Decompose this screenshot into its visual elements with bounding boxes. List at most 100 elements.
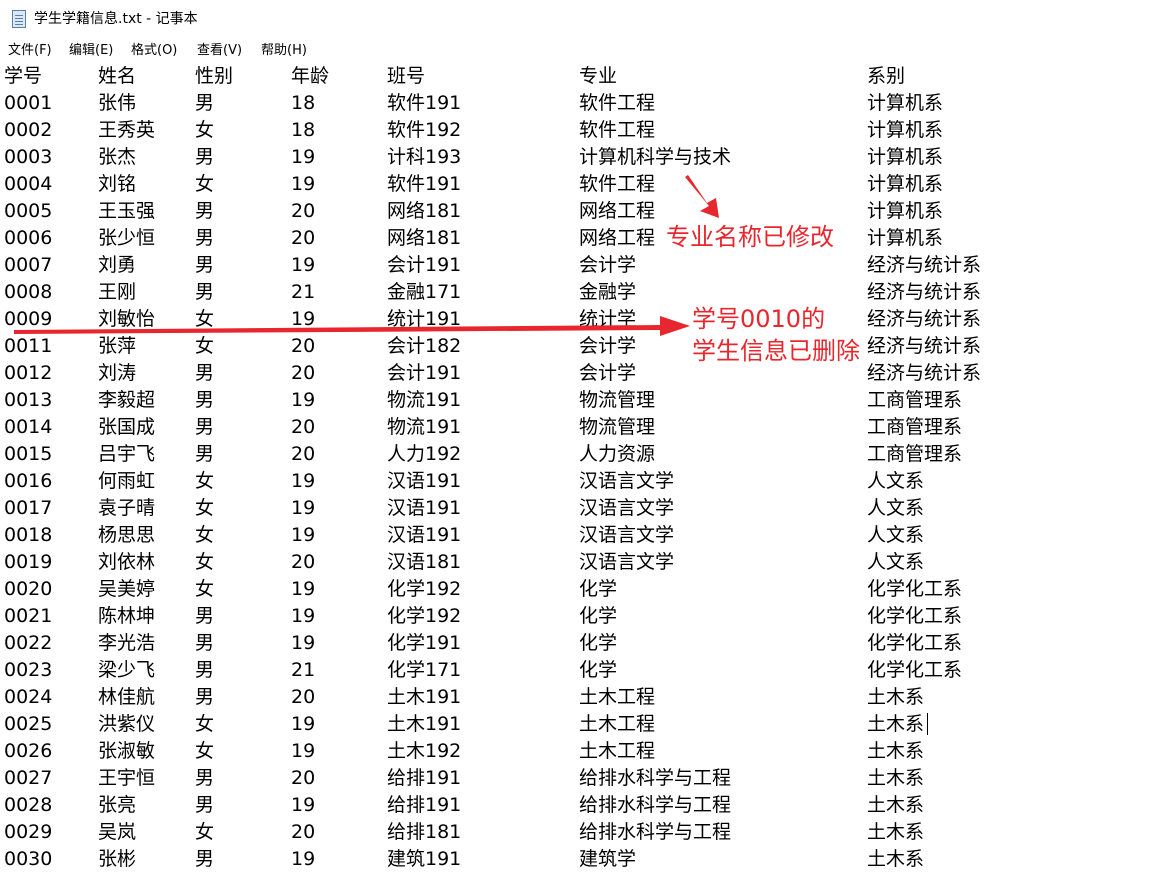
table-cell: 19 [291, 740, 316, 762]
table-cell: 男 [195, 389, 215, 411]
table-cell: 男 [195, 416, 215, 438]
table-cell: 女 [195, 308, 215, 330]
table-row: 0016 何雨虹 女 19 汉语191 汉语言文学 人文系 [0, 468, 1153, 495]
table-cell: 男 [195, 794, 215, 816]
table-cell: 男 [195, 281, 215, 303]
table-cell: 学号 [4, 65, 43, 87]
table-row: 0007 刘勇 男 19 会计191 会计学 经济与统计系 [0, 252, 1153, 279]
table-cell: 0023 [4, 659, 53, 681]
table-cell: 网络工程 [579, 227, 656, 249]
table-cell: 土木191 [387, 686, 462, 708]
table-cell: 计科193 [387, 146, 462, 168]
table-cell: 男 [195, 632, 215, 654]
table-cell: 张杰 [98, 146, 137, 168]
table-cell: 女 [195, 740, 215, 762]
table-cell: 软件192 [387, 119, 462, 141]
table-cell: 男 [195, 443, 215, 465]
table-cell: 0012 [4, 362, 53, 384]
table-cell: 洪紫仪 [98, 713, 156, 735]
table-cell: 土木工程 [579, 686, 656, 708]
menu-view[interactable]: 查看(V) [197, 42, 242, 59]
table-cell: 人文系 [867, 551, 925, 573]
table-cell: 0008 [4, 281, 53, 303]
table-cell: 19 [291, 254, 316, 276]
table-cell: 男 [195, 362, 215, 384]
menu-edit[interactable]: 编辑(E) [69, 42, 113, 59]
table-cell: 化学192 [387, 605, 462, 627]
table-row: 0026 张淑敏 女 19 土木192 土木工程 土木系 [0, 738, 1153, 765]
menu-help[interactable]: 帮助(H) [261, 42, 307, 59]
table-cell: 张亮 [98, 794, 137, 816]
table-cell: 0019 [4, 551, 53, 573]
table-row: 0006 张少恒 男 20 网络181 网络工程 计算机系 [0, 225, 1153, 252]
table-cell: 20 [291, 362, 316, 384]
table-cell: 网络181 [387, 227, 462, 249]
table-cell: 男 [195, 92, 215, 114]
window-title: 学生学籍信息.txt - 记事本 [34, 11, 198, 27]
table-cell: 0024 [4, 686, 53, 708]
menu-file[interactable]: 文件(F) [8, 42, 52, 59]
table-cell: 0007 [4, 254, 53, 276]
table-row: 0018 杨思思 女 19 汉语191 汉语言文学 人文系 [0, 522, 1153, 549]
table-cell: 化学 [579, 632, 618, 654]
text-caret [927, 713, 928, 735]
table-row: 0027 王宇恒 男 20 给排191 给排水科学与工程 土木系 [0, 765, 1153, 792]
table-cell: 给排水科学与工程 [579, 794, 732, 816]
menu-format[interactable]: 格式(O) [131, 42, 177, 59]
table-cell: 0004 [4, 173, 53, 195]
table-cell: 19 [291, 848, 316, 870]
table-cell: 工商管理系 [867, 443, 963, 465]
table-cell: 0003 [4, 146, 53, 168]
table-cell: 建筑191 [387, 848, 462, 870]
table-cell: 软件工程 [579, 92, 656, 114]
table-cell: 化学化工系 [867, 605, 963, 627]
table-cell: 给排181 [387, 821, 462, 843]
table-cell: 19 [291, 173, 316, 195]
table-row: 0005 王玉强 男 20 网络181 网络工程 计算机系 [0, 198, 1153, 225]
table-cell: 物流管理 [579, 389, 656, 411]
table-cell: 土木系 [867, 713, 925, 735]
table-cell: 女 [195, 335, 215, 357]
table-cell: 18 [291, 92, 316, 114]
table-cell: 王刚 [98, 281, 137, 303]
table-cell: 汉语181 [387, 551, 462, 573]
table-row: 0023 梁少飞 男 21 化学171 化学 化学化工系 [0, 657, 1153, 684]
table-cell: 男 [195, 146, 215, 168]
table-cell: 女 [195, 551, 215, 573]
table-row: 0020 吴美婷 女 19 化学192 化学 化学化工系 [0, 576, 1153, 603]
table-cell: 李光浩 [98, 632, 156, 654]
table-cell: 男 [195, 659, 215, 681]
table-cell: 女 [195, 713, 215, 735]
table-cell: 20 [291, 335, 316, 357]
table-cell: 女 [195, 119, 215, 141]
menu-bar: 文件(F) 编辑(E) 格式(O) 查看(V) 帮助(H) [0, 38, 1153, 62]
table-row: 0029 吴岚 女 20 给排181 给排水科学与工程 土木系 [0, 819, 1153, 846]
table-cell: 张萍 [98, 335, 137, 357]
table-cell: 王玉强 [98, 200, 156, 222]
table-cell: 软件工程 [579, 119, 656, 141]
table-cell: 20 [291, 416, 316, 438]
table-cell: 人力资源 [579, 443, 656, 465]
table-cell: 土木系 [867, 821, 925, 843]
table-cell: 梁少飞 [98, 659, 156, 681]
table-cell: 物流191 [387, 389, 462, 411]
table-cell: 化学 [579, 578, 618, 600]
table-cell: 网络工程 [579, 200, 656, 222]
table-cell: 工商管理系 [867, 416, 963, 438]
table-cell: 年龄 [291, 65, 330, 87]
table-cell: 0029 [4, 821, 53, 843]
table-cell: 会计学 [579, 362, 637, 384]
table-cell: 20 [291, 767, 316, 789]
text-editor-area[interactable]: 学号 姓名 性别 年龄 班号 专业 系别 0001 张伟男 18 软件191 软件工程 计算机系 0002… [0, 62, 1153, 895]
table-cell: 19 [291, 389, 316, 411]
table-row: 0025 洪紫仪 女 19 土木191 土木工程 土木系 [0, 711, 1153, 738]
table-cell: 0009 [4, 308, 53, 330]
table-cell: 0006 [4, 227, 53, 249]
table-cell: 20 [291, 227, 316, 249]
table-cell: 0022 [4, 632, 53, 654]
table-row: 0011 张萍 女 20 会计182 会计学 经济与统计系 [0, 333, 1153, 360]
annotation-deleted-line1: 学号0010的 [692, 305, 826, 333]
table-cell: 袁子晴 [98, 497, 156, 519]
table-cell: 李毅超 [98, 389, 156, 411]
table-cell: 软件工程 [579, 173, 656, 195]
